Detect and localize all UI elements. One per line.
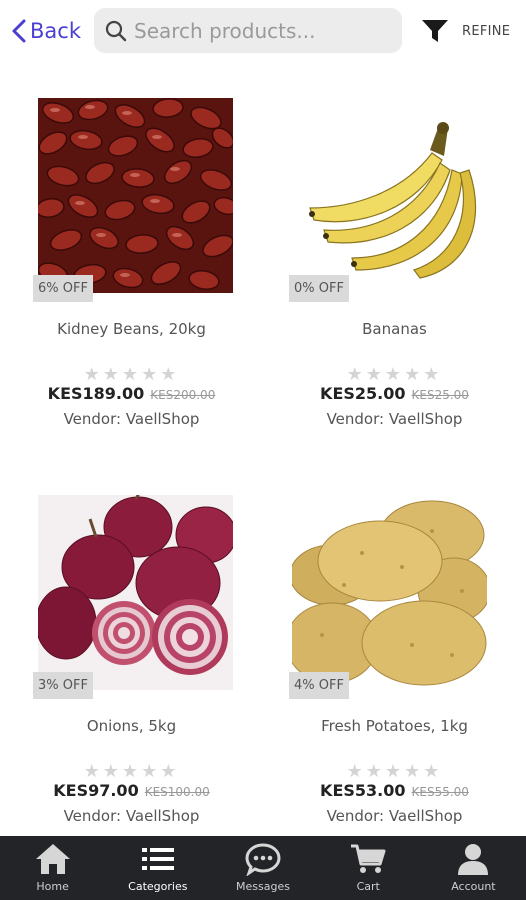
back-button[interactable]: Back — [10, 14, 81, 48]
search-input[interactable]: Search products... — [94, 8, 402, 53]
tab-label: Categories — [128, 880, 188, 893]
price-row: KES25.00 KES25.00 — [263, 384, 526, 403]
vendor-label: Vendor: VaellShop — [326, 807, 463, 825]
tab-label: Account — [451, 880, 496, 893]
tab-home[interactable]: Home — [0, 836, 105, 900]
original-price: KES55.00 — [411, 785, 469, 799]
discount-badge: 4% OFF — [289, 672, 349, 699]
filter-icon — [422, 20, 448, 42]
tab-label: Cart — [356, 880, 380, 893]
tab-label: Home — [36, 880, 69, 893]
rating-stars: ★★★★★ — [346, 364, 443, 385]
price-row: KES53.00 KES55.00 — [263, 781, 526, 800]
refine-button[interactable]: REFINE — [420, 14, 510, 48]
vendor-label: Vendor: VaellShop — [326, 410, 463, 428]
original-price: KES25.00 — [411, 388, 469, 402]
potatoes-image[interactable] — [292, 495, 487, 690]
bananas-image[interactable] — [292, 98, 487, 293]
search-icon — [105, 20, 127, 41]
product-card[interactable]: 0% OFF Bananas ★★★★★ KES25.00 KES25.00 Ve… — [0, 62, 526, 458]
back-label: Back — [30, 19, 81, 43]
chevron-left-icon — [12, 19, 26, 43]
product-name[interactable]: Bananas — [263, 320, 526, 338]
top-bar: Back Search products... REFINE — [0, 0, 526, 62]
discount-badge: 0% OFF — [289, 275, 349, 302]
rating-stars: ★★★★★ — [346, 761, 443, 782]
tab-cart[interactable]: Cart — [316, 836, 421, 900]
tab-account[interactable]: Account — [421, 836, 526, 900]
search-placeholder: Search products... — [134, 18, 316, 43]
product-card[interactable]: 4% OFF Fresh Potatoes, 1kg ★★★★★ KES53.0… — [0, 459, 526, 855]
tab-messages[interactable]: Messages — [210, 836, 315, 900]
refine-label: REFINE — [462, 23, 511, 39]
current-price: KES25.00 — [320, 384, 406, 403]
bottom-tab-bar: Home Categories Messages Cart Account — [0, 836, 526, 900]
tab-categories[interactable]: Categories — [105, 836, 210, 900]
current-price: KES53.00 — [320, 781, 406, 800]
home-icon — [35, 844, 70, 874]
product-name[interactable]: Fresh Potatoes, 1kg — [263, 717, 526, 735]
cart-icon — [351, 844, 386, 873]
user-icon — [458, 844, 489, 875]
chat-icon — [245, 843, 281, 876]
list-icon — [141, 848, 174, 870]
tab-label: Messages — [236, 880, 290, 893]
